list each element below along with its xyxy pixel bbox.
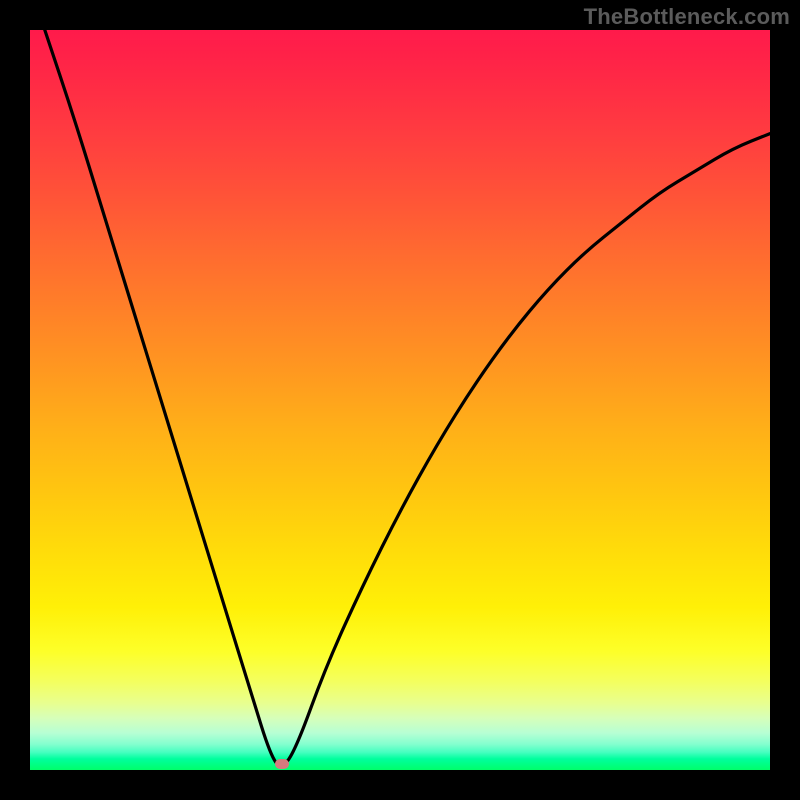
plot-area: [30, 30, 770, 770]
curve-svg: [30, 30, 770, 770]
bottleneck-curve: [45, 30, 770, 766]
minimum-marker: [275, 759, 289, 769]
watermark-text: TheBottleneck.com: [584, 4, 790, 30]
chart-frame: TheBottleneck.com: [0, 0, 800, 800]
